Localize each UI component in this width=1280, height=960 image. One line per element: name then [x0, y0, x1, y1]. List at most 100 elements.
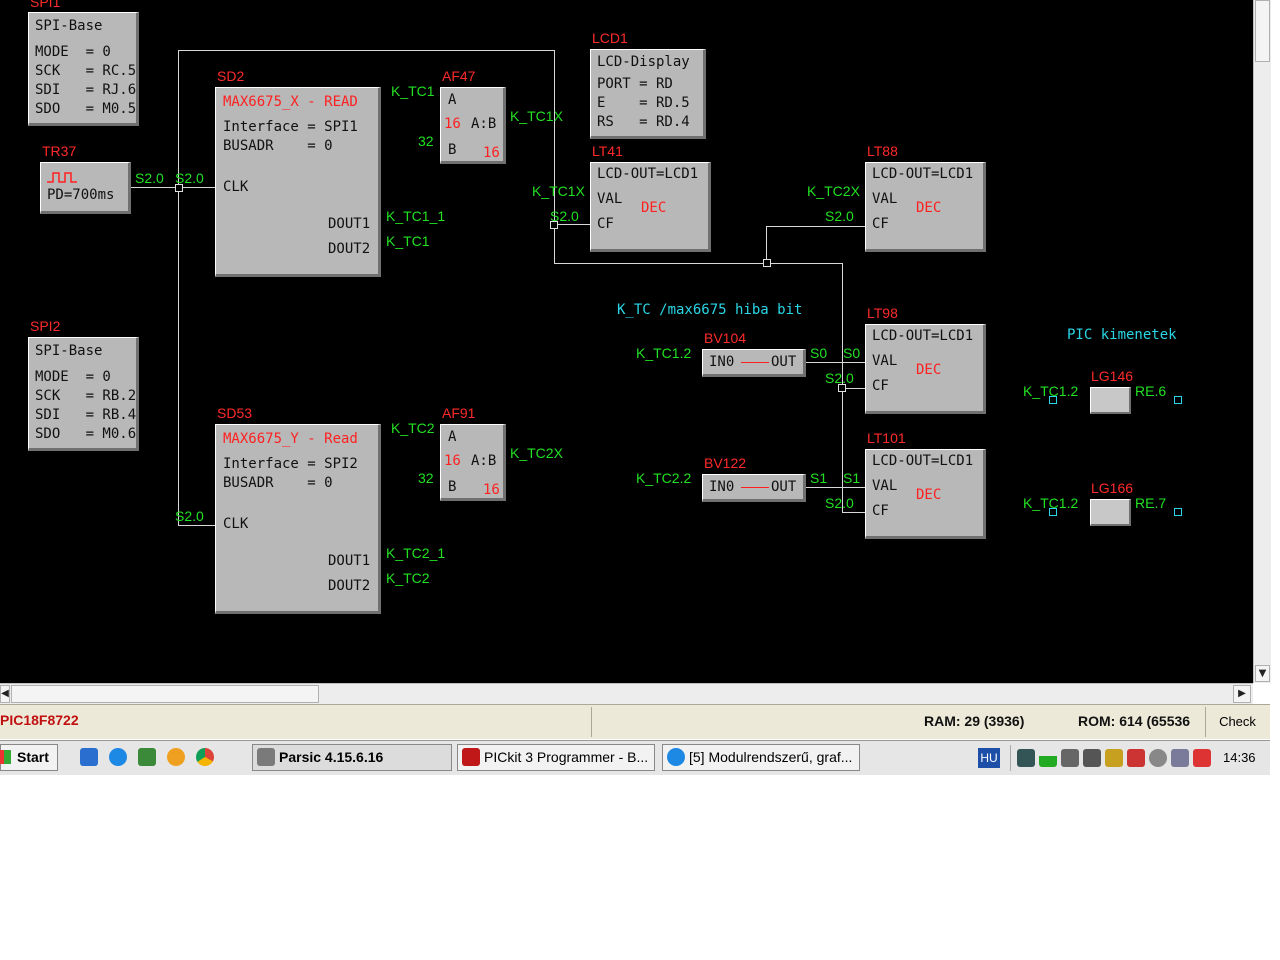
lt101-lcd-out-block[interactable]: LCD-OUT=LCD1 VAL DEC CF [865, 449, 986, 539]
val-pin-label: VAL [872, 191, 898, 207]
block-title: LCD-OUT=LCD1 [872, 166, 974, 182]
start-label: Start [17, 749, 49, 765]
block-title: SPI-Base [35, 18, 103, 34]
scroll-thumb[interactable] [1255, 0, 1270, 62]
wire [805, 362, 866, 363]
value-16: 16 [444, 116, 461, 132]
volume-icon[interactable] [1083, 749, 1101, 767]
check-button[interactable]: Check [1205, 707, 1269, 737]
vertical-scrollbar[interactable]: ▼ [1253, 0, 1271, 683]
task-parsic[interactable]: Parsic 4.15.6.16 [252, 744, 452, 771]
e-value: E = RD.5 [597, 95, 690, 111]
busadr-value: BUSADR = 0 [223, 138, 333, 154]
af47-tag: AF47 [442, 68, 476, 84]
start-button[interactable]: Start [0, 744, 58, 771]
signal-label: K_TC2.2 [636, 470, 692, 486]
network-app-icon[interactable] [138, 748, 156, 766]
output-pin[interactable] [1174, 396, 1182, 404]
ab-label: A:B [471, 116, 497, 132]
shield-icon[interactable] [1105, 749, 1123, 767]
clk-pin-label: CLK [223, 179, 249, 195]
dout1-pin-label: DOUT1 [328, 553, 371, 569]
disconnected-icon[interactable] [1127, 749, 1145, 767]
cf-pin-label: CF [872, 503, 889, 519]
phone-icon[interactable] [1171, 749, 1189, 767]
wireless-icon[interactable] [1017, 749, 1035, 767]
lg146-output-block[interactable] [1090, 387, 1131, 414]
out-pin-label: OUT [771, 354, 797, 370]
sd53-max6675-block[interactable]: MAX6675_Y - Read Interface = SPI2 BUSADR… [215, 424, 381, 614]
dout2-pin-label: DOUT2 [328, 578, 371, 594]
format-dec: DEC [916, 487, 942, 503]
bv122-block[interactable]: IN0 OUT [702, 474, 806, 502]
block-name: MAX6675_Y - Read [223, 431, 358, 447]
lg166-tag: LG166 [1091, 480, 1134, 496]
clock[interactable]: 14:36 [1223, 750, 1256, 765]
af47-block[interactable]: A 16 A:B B 16 [440, 87, 506, 164]
mode-value: MODE = 0 [35, 369, 111, 385]
wire [554, 50, 555, 264]
sck-value: SCK = RC.5 [35, 63, 137, 79]
out-pin-label: OUT [771, 479, 797, 495]
signal-label: K_TC1X [510, 108, 563, 124]
signal-bars-icon[interactable] [1039, 749, 1057, 767]
horizontal-scrollbar[interactable]: ◀ ▶ [0, 683, 1253, 704]
af91-block[interactable]: A 16 A:B B 16 [440, 424, 506, 501]
internet-explorer-icon[interactable] [109, 748, 127, 766]
clock-app-icon[interactable] [167, 748, 185, 766]
task-pickit[interactable]: PICkit 3 Programmer - B... [457, 744, 655, 771]
lt98-lcd-out-block[interactable]: LCD-OUT=LCD1 VAL DEC CF [865, 324, 986, 414]
output-pin[interactable] [1174, 508, 1182, 516]
signal-label: S2.0 [175, 170, 204, 186]
wire [130, 187, 216, 188]
val-pin-label: VAL [597, 191, 623, 207]
scroll-left-button[interactable]: ◀ [0, 685, 10, 703]
lg166-output-block[interactable] [1090, 499, 1131, 526]
lt88-lcd-out-block[interactable]: LCD-OUT=LCD1 VAL DEC CF [865, 162, 986, 252]
connection-line [741, 362, 769, 363]
sd53-tag: SD53 [217, 405, 253, 421]
status-bar: PIC18F8722 RAM: 29 (3936) ROM: 614 (6553… [0, 704, 1270, 739]
scroll-down-button[interactable]: ▼ [1255, 665, 1270, 682]
input-pin[interactable] [1049, 508, 1057, 516]
scroll-right-button[interactable]: ▶ [1233, 685, 1251, 703]
internet-explorer-icon [667, 748, 685, 766]
wire [178, 525, 216, 526]
bv104-block[interactable]: IN0 OUT [702, 349, 806, 377]
chip-name: PIC18F8722 [0, 712, 79, 728]
language-indicator[interactable]: HU [978, 748, 1000, 768]
block-title: LCD-OUT=LCD1 [872, 453, 974, 469]
lt41-lcd-out-block[interactable]: LCD-OUT=LCD1 VAL DEC CF [590, 162, 711, 252]
signal-label: K_TC1.2 [636, 345, 692, 361]
signal-label: S2.0 [825, 208, 854, 224]
signal-label: K_TC1 [391, 83, 435, 99]
monitor-icon[interactable] [1193, 749, 1211, 767]
sd2-max6675-block[interactable]: MAX6675_X - READ Interface = SPI1 BUSADR… [215, 87, 381, 277]
tr37-timer-block[interactable]: PD=700ms [40, 162, 131, 214]
ab-label: A:B [471, 453, 497, 469]
signal-label: RE.6 [1135, 383, 1167, 399]
task-browser[interactable]: [5] Modulrendszerű, graf... [662, 744, 860, 771]
cf-pin-label: CF [597, 216, 614, 232]
signal-label: RE.7 [1135, 495, 1167, 511]
value-16: 16 [444, 453, 461, 469]
settings-icon[interactable] [1149, 749, 1167, 767]
network-icon[interactable] [1061, 749, 1079, 767]
input-pin[interactable] [1049, 396, 1057, 404]
lt98-tag: LT98 [867, 305, 898, 321]
lcd1-display-block[interactable]: LCD-Display PORT = RD E = RD.5 RS = RD.4 [590, 49, 706, 139]
lt101-tag: LT101 [867, 430, 906, 446]
chrome-icon[interactable] [196, 748, 214, 766]
block-title: SPI-Base [35, 343, 103, 359]
spi2-block[interactable]: SPI-Base MODE = 0 SCK = RB.2 SDI = RB.4 … [28, 337, 139, 451]
wire [842, 512, 866, 513]
rs-value: RS = RD.4 [597, 114, 690, 130]
signal-label: 32 [418, 133, 434, 149]
pulse-icon [47, 172, 77, 183]
schematic-canvas[interactable]: SPI1 SPI-Base MODE = 0 SCK = RC.5 SDI = … [0, 0, 1253, 683]
ie-refresh-icon[interactable] [80, 748, 98, 766]
value-16: 16 [483, 145, 500, 161]
spi1-block[interactable]: SPI-Base MODE = 0 SCK = RC.5 SDI = RJ.6 … [28, 12, 139, 126]
scroll-thumb[interactable] [11, 685, 319, 703]
wire [178, 50, 555, 51]
